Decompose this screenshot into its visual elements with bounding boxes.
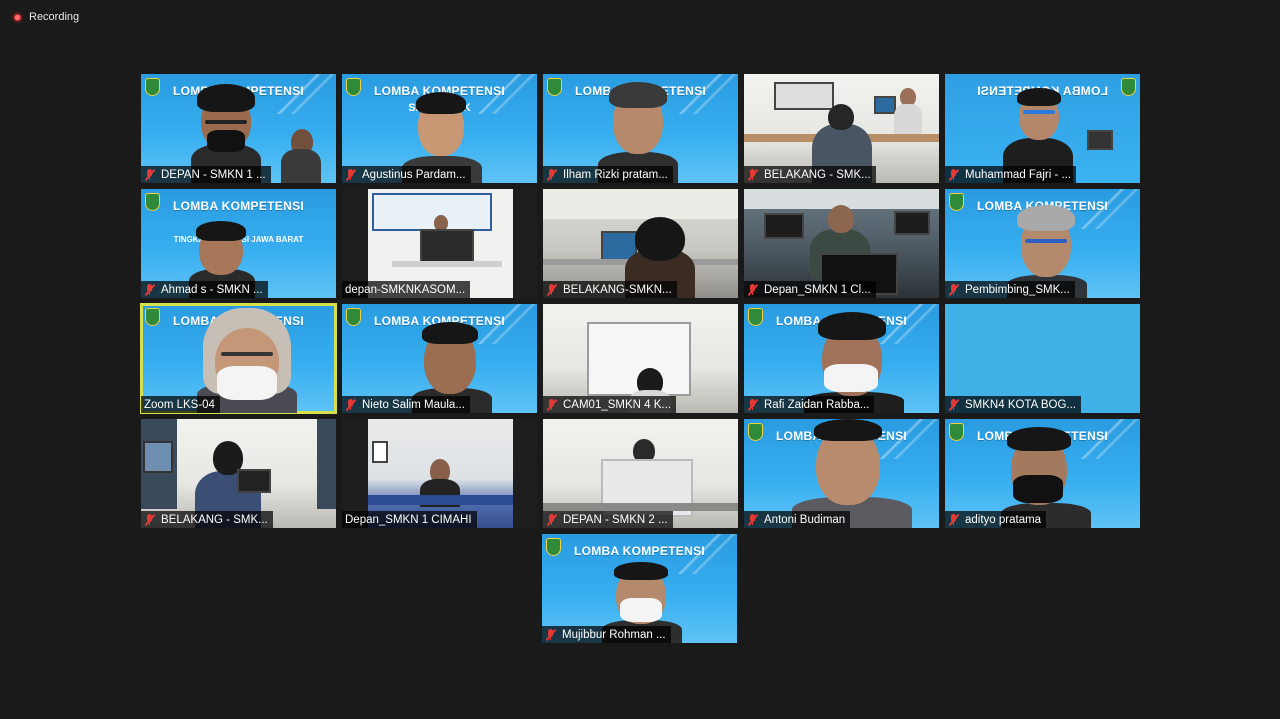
video-tile[interactable]: LOMBA KOMPETENSI Nieto Salim Maula...: [342, 304, 537, 413]
banner-decoration: [678, 74, 738, 114]
video-tile[interactable]: Depan_SMKN 1 Cl...: [744, 189, 939, 298]
participant-name: Ahmad s - SMKN ...: [161, 283, 263, 296]
video-tile[interactable]: Depan_SMKN 1 CIMAHI: [342, 419, 537, 528]
participant-name: Pembimbing_SMK...: [965, 283, 1070, 296]
participant-name: CAM01_SMKN 4 K...: [563, 398, 672, 411]
record-icon: [12, 11, 23, 23]
mic-muted-icon: [144, 283, 156, 296]
participant-name-bar: Nieto Salim Maula...: [342, 396, 470, 413]
video-tile[interactable]: CAM01_SMKN 4 K...: [543, 304, 738, 413]
participant-name-bar: Depan_SMKN 1 CIMAHI: [342, 511, 477, 528]
participant-name-bar: Antoni Budiman: [744, 511, 851, 528]
participant-name-bar: Zoom LKS-04: [141, 396, 220, 413]
mic-muted-icon: [948, 513, 960, 526]
participant-name-bar: DEPAN - SMKN 2 ...: [543, 511, 673, 528]
video-tile[interactable]: LOMBA KOMPETENSI TINGKAT PROVINSI JAWA B…: [141, 189, 336, 298]
banner-decoration: [477, 74, 537, 114]
participant-name-bar: BELAKANG - SMK...: [744, 166, 876, 183]
mic-muted-icon: [345, 398, 357, 411]
mic-muted-icon: [546, 168, 558, 181]
mic-muted-icon: [546, 398, 558, 411]
participant-name-bar: depan-SMKNKASOM...: [342, 281, 471, 298]
banner-decoration: [677, 534, 737, 574]
recording-label: Recording: [29, 11, 80, 23]
video-tile[interactable]: BELAKANG - SMK...: [141, 419, 336, 528]
mic-muted-icon: [345, 168, 357, 181]
banner-decoration: [879, 304, 939, 344]
video-tile[interactable]: LOMBA KOMPETENSI Rafi Zaidan Rabba...: [744, 304, 939, 413]
recording-indicator[interactable]: Recording: [12, 11, 79, 23]
banner-title: LOMBA KOMPETENSI: [172, 199, 305, 213]
participant-name: depan-SMKNKASOM...: [345, 283, 466, 296]
banner-decoration: [879, 419, 939, 459]
participant-name: BELAKANG-SMKN...: [563, 283, 672, 296]
participant-name: DEPAN - SMKN 1 ...: [161, 168, 266, 181]
mic-muted-icon: [546, 283, 558, 296]
participant-name: Nieto Salim Maula...: [362, 398, 465, 411]
video-tile[interactable]: BELAKANG-SMKN...: [543, 189, 738, 298]
video-tile[interactable]: LOMBA KOMPETENSI SISWA SMK Agustinus Par…: [342, 74, 537, 183]
video-tile[interactable]: BELAKANG - SMK...: [744, 74, 939, 183]
participant-name-bar: adityo pratama: [945, 511, 1047, 528]
video-tile[interactable]: LOMBA KOMPETENSI Antoni Budiman: [744, 419, 939, 528]
participant-name-bar: CAM01_SMKN 4 K...: [543, 396, 677, 413]
participant-name-bar: BELAKANG-SMKN...: [543, 281, 677, 298]
banner-decoration: [477, 304, 537, 344]
video-tile[interactable]: SMKN4 KOTA BOG...: [945, 304, 1140, 413]
participant-name: DEPAN - SMKN 2 ...: [563, 513, 668, 526]
participant-name: Depan_SMKN 1 CIMAHI: [345, 513, 472, 526]
participant-name: Muhammad Fajri - ...: [965, 168, 1072, 181]
participant-name: Agustinus Pardam...: [362, 168, 466, 181]
participant-name: Depan_SMKN 1 Cl...: [764, 283, 871, 296]
participant-name-bar: DEPAN - SMKN 1 ...: [141, 166, 271, 183]
video-tile[interactable]: LOMBA KOMPETENSI DEPAN - SMKN 1 ...: [141, 74, 336, 183]
mic-muted-icon: [546, 513, 558, 526]
mic-muted-icon: [747, 168, 759, 181]
participant-name: BELAKANG - SMK...: [764, 168, 871, 181]
mic-muted-icon: [144, 168, 156, 181]
participant-name-bar: Depan_SMKN 1 Cl...: [744, 281, 876, 298]
participant-name-bar: BELAKANG - SMK...: [141, 511, 273, 528]
participant-name: Rafi Zaidan Rabba...: [764, 398, 870, 411]
participant-name-bar: Ilham Rizki pratam...: [543, 166, 673, 183]
banner-decoration: [1080, 189, 1140, 229]
mic-muted-icon: [545, 628, 557, 641]
video-tile[interactable]: LOMBA KOMPETENSI Pembimbing_SMK...: [945, 189, 1140, 298]
video-tile-active-speaker[interactable]: LOMBA KOMPETENSI Zoom LKS-04: [140, 303, 337, 414]
participant-name-bar: Agustinus Pardam...: [342, 166, 471, 183]
participant-name: adityo pratama: [965, 513, 1042, 526]
gallery-grid: LOMBA KOMPETENSI DEPAN - SMKN 1 ... LOMB…: [140, 74, 1140, 528]
participant-name-bar: Pembimbing_SMK...: [945, 281, 1075, 298]
mic-muted-icon: [747, 398, 759, 411]
participant-name-bar: Rafi Zaidan Rabba...: [744, 396, 875, 413]
participant-name: SMKN4 KOTA BOG...: [965, 398, 1076, 411]
participant-name: BELAKANG - SMK...: [161, 513, 268, 526]
banner-decoration: [1080, 419, 1140, 459]
mic-muted-icon: [747, 283, 759, 296]
participant-name: Ilham Rizki pratam...: [563, 168, 668, 181]
participant-name: Mujibbur Rohman ...: [562, 628, 666, 641]
participant-name: Zoom LKS-04: [144, 398, 215, 411]
participant-name-bar: SMKN4 KOTA BOG...: [945, 396, 1081, 413]
video-tile[interactable]: LOMBA KOMPETENSI adityo pratama: [945, 419, 1140, 528]
video-tile[interactable]: depan-SMKNKASOM...: [342, 189, 537, 298]
banner-decoration: [276, 74, 336, 114]
participant-name-bar: Muhammad Fajri - ...: [945, 166, 1077, 183]
video-tile[interactable]: LOMBA KOMPETENSI Ilham Rizki pratam...: [543, 74, 738, 183]
mic-muted-icon: [144, 513, 156, 526]
video-tile[interactable]: LOMBA KOMPETENSI Mujibbur Rohman ...: [542, 534, 737, 643]
mic-muted-icon: [948, 398, 960, 411]
mic-muted-icon: [948, 283, 960, 296]
mic-muted-icon: [948, 168, 960, 181]
participant-name-bar: Ahmad s - SMKN ...: [141, 281, 268, 298]
participant-name-bar: Mujibbur Rohman ...: [542, 626, 671, 643]
participant-name: Antoni Budiman: [764, 513, 846, 526]
mic-muted-icon: [747, 513, 759, 526]
video-tile[interactable]: LOMBA KOMPETENSI Muhammad Fajri - ...: [945, 74, 1140, 183]
video-tile[interactable]: DEPAN - SMKN 2 ...: [543, 419, 738, 528]
